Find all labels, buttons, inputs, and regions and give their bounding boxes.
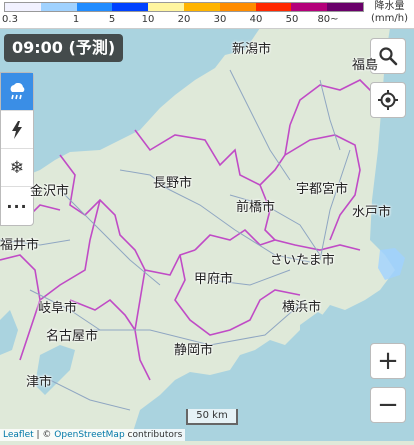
legend-tick-label: 50 — [285, 14, 299, 25]
legend-tick-label: 20 — [177, 14, 191, 25]
legend-swatch — [40, 3, 77, 11]
city-label-gifu: 岐阜市 — [38, 301, 78, 316]
zoom-out-button[interactable]: − — [370, 387, 406, 423]
legend-tick-label: 1 — [72, 14, 80, 25]
more-icon: ··· — [6, 196, 28, 216]
city-label-shizuoka: 静岡市 — [174, 343, 214, 358]
crosshair-icon — [378, 90, 398, 110]
snowflake-icon: ❄ — [9, 157, 25, 178]
map-attribution: Leaflet | © OpenStreetMap contributors — [0, 429, 186, 441]
zoom-in-button[interactable]: + — [370, 343, 406, 379]
legend-unit-title: 降水量 — [374, 1, 405, 12]
legend-tick-label: 40 — [249, 14, 263, 25]
city-label-nagano: 長野市 — [153, 176, 193, 191]
layer-snow-button[interactable]: ❄ — [1, 149, 33, 187]
legend-unit-mmh: (mm/h) — [371, 13, 408, 24]
city-label-kofu: 甲府市 — [194, 272, 234, 287]
city-label-niigata: 新潟市 — [232, 42, 272, 57]
city-label-saitama: さいたま市 — [270, 253, 335, 268]
legend-color-bar — [4, 2, 364, 12]
legend-unit: 降水量 (mm/h) — [371, 1, 408, 25]
legend-tick-label: 0.3 — [2, 14, 18, 25]
city-label-utsunomiya: 宇都宮市 — [296, 182, 349, 197]
legend-swatch — [291, 3, 328, 11]
legend-swatch — [5, 3, 41, 11]
forecast-time-label[interactable]: 09:00 (予測) — [4, 34, 124, 62]
city-label-maebashi: 前橋市 — [236, 200, 276, 215]
search-icon — [379, 47, 398, 66]
legend-swatch — [183, 3, 220, 11]
lightning-icon — [12, 120, 22, 139]
city-label-tsu: 津市 — [26, 375, 53, 390]
legend-swatch — [219, 3, 256, 11]
city-label-fukushima: 福島 — [352, 58, 379, 73]
layer-lightning-button[interactable] — [1, 111, 33, 149]
attribution-sep: | © — [33, 430, 55, 440]
city-label-mito: 水戸市 — [352, 205, 392, 220]
legend-tick-label: 5 — [108, 14, 116, 25]
layer-selector: ❄ ··· — [0, 72, 34, 226]
attribution-contrib: contributors — [124, 430, 183, 440]
scale-bar: 50 km — [186, 409, 238, 425]
legend-swatch — [327, 3, 363, 11]
layer-rain-button[interactable] — [1, 73, 33, 111]
city-label-kanazawa: 金沢市 — [30, 184, 70, 199]
legend-tick-label: 30 — [213, 14, 227, 25]
leaflet-link[interactable]: Leaflet — [3, 430, 34, 440]
legend-swatch — [148, 3, 184, 11]
city-label-nagoya: 名古屋市 — [46, 329, 99, 344]
layer-more-button[interactable]: ··· — [1, 187, 33, 225]
legend-tick-label: 80~ — [317, 14, 339, 25]
city-label-yokohama: 横浜市 — [282, 300, 322, 315]
legend-swatch — [76, 3, 113, 11]
osm-link[interactable]: OpenStreetMap — [54, 430, 124, 440]
legend-tick-label: 10 — [141, 14, 155, 25]
legend-swatch — [255, 3, 292, 11]
city-label-fukui: 福井市 — [0, 238, 40, 253]
locate-button[interactable] — [370, 82, 406, 118]
precipitation-legend: 0.3 1 5 10 20 30 40 50 80~ 降水量 (mm/h) — [0, 0, 414, 29]
rain-cloud-icon — [10, 82, 25, 99]
legend-swatch — [112, 3, 149, 11]
